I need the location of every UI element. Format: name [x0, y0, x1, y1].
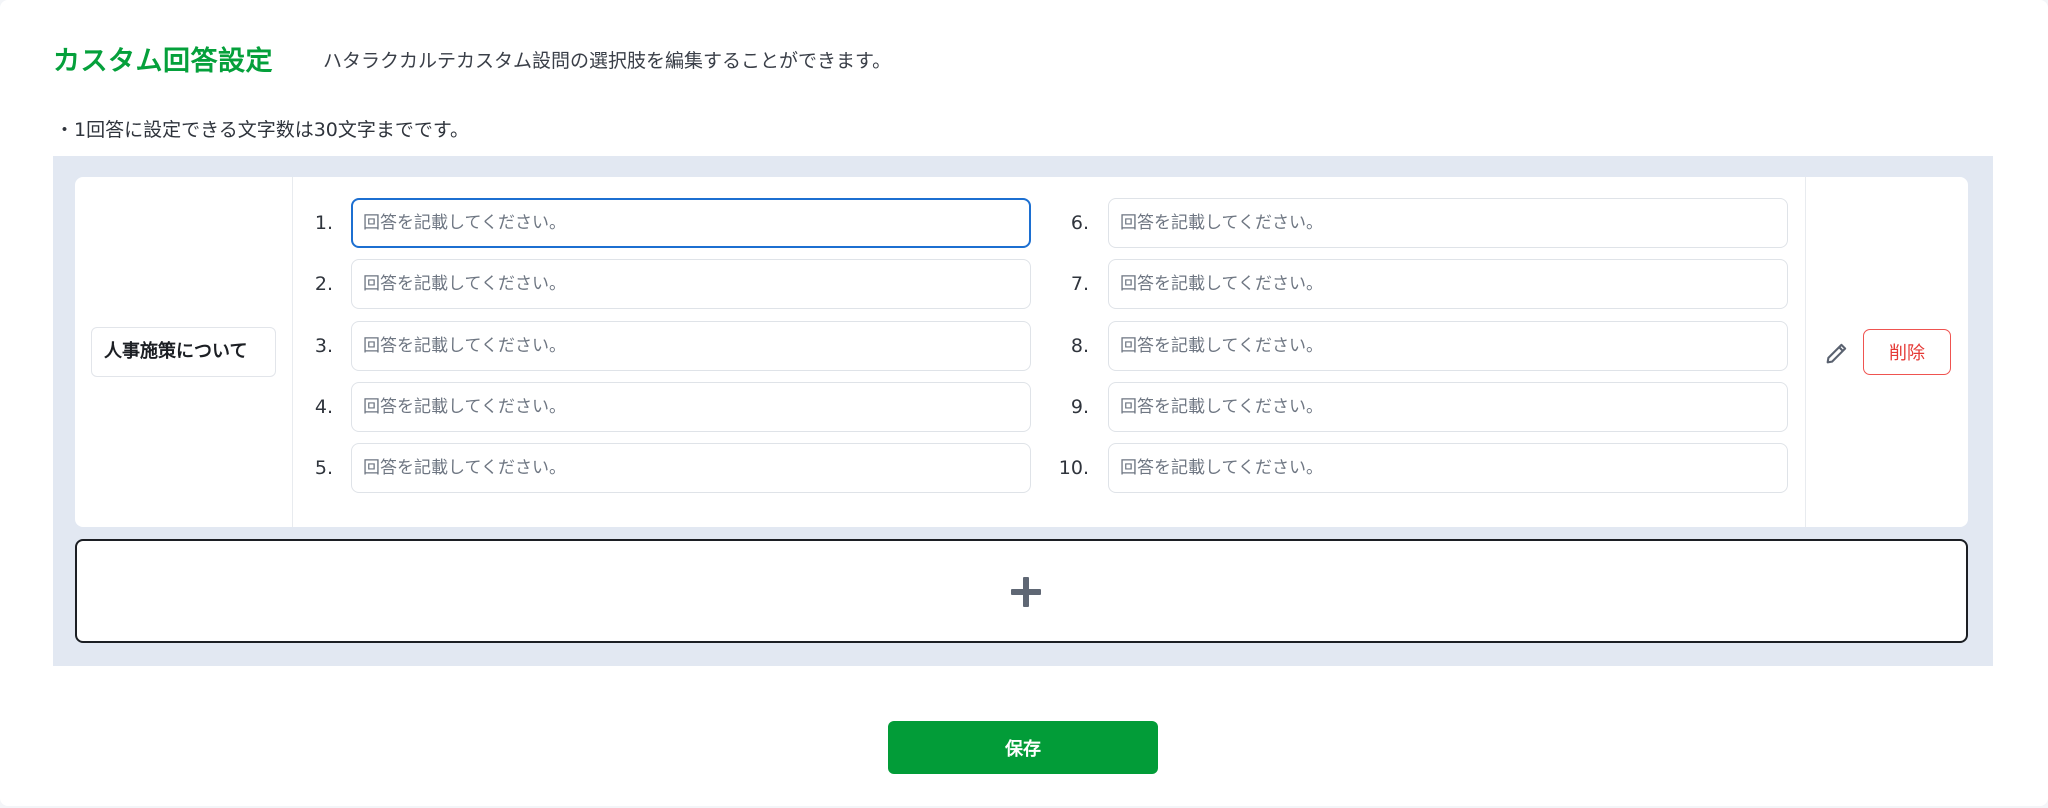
answer-row-10: 10.	[75, 443, 1805, 493]
answer-input-10[interactable]	[1108, 443, 1788, 493]
answer-row-7: 7.	[75, 259, 1805, 309]
answer-number: 9.	[1070, 396, 1089, 418]
answer-input-8[interactable]	[1108, 321, 1788, 371]
add-question-button[interactable]	[75, 539, 1968, 643]
page: カスタム回答設定 ハタラクカルテカスタム設問の選択肢を編集することができます。 …	[0, 0, 2048, 806]
answer-number: 8.	[1070, 335, 1089, 357]
answer-input-7[interactable]	[1108, 259, 1788, 309]
answer-row-9: 9.	[75, 382, 1805, 432]
answer-number: 10.	[1058, 457, 1089, 479]
page-title: カスタム回答設定	[53, 46, 273, 77]
plus-icon	[1011, 577, 1041, 607]
question-card: 人事施策について 1. 2. 3. 4. 5.	[75, 177, 1968, 527]
answer-input-9[interactable]	[1108, 382, 1788, 432]
save-button[interactable]: 保存	[888, 721, 1158, 774]
divider	[1805, 177, 1806, 527]
character-limit-note: ・1回答に設定できる文字数は30文字までです。	[55, 119, 469, 141]
answer-input-6[interactable]	[1108, 198, 1788, 248]
answer-row-8: 8.	[75, 321, 1805, 371]
pencil-icon[interactable]	[1823, 339, 1851, 367]
page-description: ハタラクカルテカスタム設問の選択肢を編集することができます。	[323, 50, 892, 72]
delete-button[interactable]: 削除	[1863, 329, 1951, 375]
answer-row-6: 6.	[75, 198, 1805, 248]
answer-number: 7.	[1070, 273, 1089, 295]
custom-answers-panel: 人事施策について 1. 2. 3. 4. 5.	[53, 156, 1993, 666]
answer-number: 6.	[1070, 212, 1089, 234]
